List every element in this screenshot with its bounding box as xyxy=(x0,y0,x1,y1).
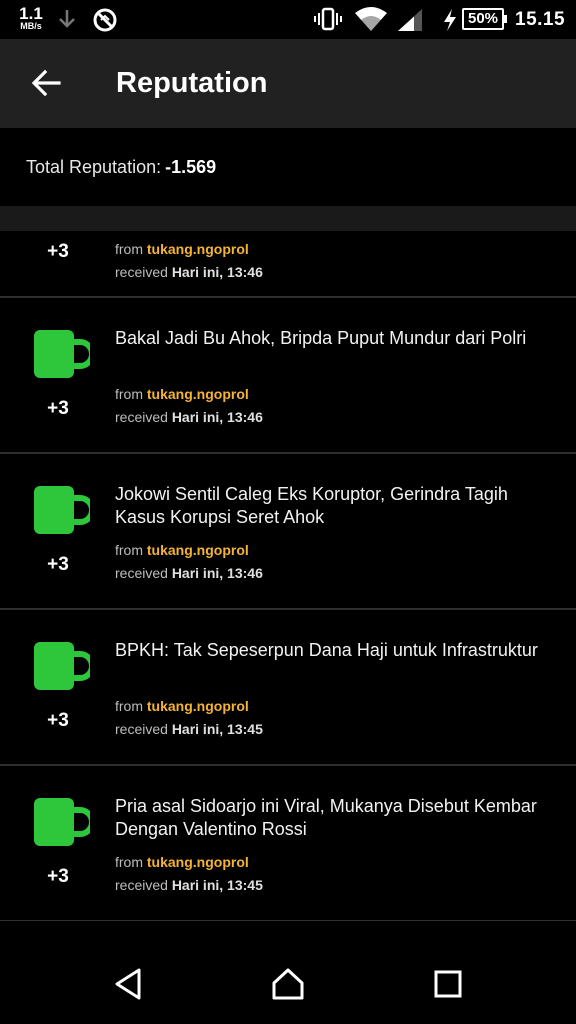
thread-title[interactable]: Jokowi Sentil Caleg Eks Koruptor, Gerind… xyxy=(115,483,545,529)
received-line: received Hari ini, 13:46 xyxy=(115,565,263,581)
received-time: Hari ini, 13:45 xyxy=(171,877,263,893)
thread-title[interactable]: Pria asal Sidoarjo ini Viral, Mukanya Di… xyxy=(115,795,545,841)
from-line: from tukang.ngoprol xyxy=(115,854,249,870)
vibrate-icon xyxy=(313,7,343,36)
list-item[interactable]: +3 BPKH: Tak Sepeserpun Dana Haji untuk … xyxy=(0,610,576,766)
username-link[interactable]: tukang.ngoprol xyxy=(147,542,249,558)
back-arrow-icon xyxy=(31,69,61,97)
from-line: from tukang.ngoprol xyxy=(115,542,249,558)
reputation-points: +3 xyxy=(47,710,69,731)
clock: 15.15 xyxy=(515,9,566,30)
thread-title[interactable]: BPKH: Tak Sepeserpun Dana Haji untuk Inf… xyxy=(115,639,545,662)
from-label: from xyxy=(115,386,143,402)
back-triangle-icon xyxy=(115,968,141,1000)
username-link[interactable]: tukang.ngoprol xyxy=(147,698,249,714)
received-line: received Hari ini, 13:45 xyxy=(115,877,263,893)
signal-icon xyxy=(396,7,424,38)
status-bar: 1.1 MB/s 50% 15.15 xyxy=(0,0,576,39)
from-line: from tukang.ngoprol xyxy=(115,241,249,257)
received-label: received xyxy=(115,565,168,581)
page-title: Reputation xyxy=(116,67,268,99)
reputation-list[interactable]: +3 from tukang.ngoprol received Hari ini… xyxy=(0,231,576,921)
received-time: Hari ini, 13:46 xyxy=(171,409,263,425)
nav-home-button[interactable] xyxy=(258,954,318,1014)
from-label: from xyxy=(115,241,143,257)
received-time: Hari ini, 13:46 xyxy=(171,565,263,581)
total-reputation-label: Total Reputation: xyxy=(26,157,162,177)
from-line: from tukang.ngoprol xyxy=(115,698,249,714)
received-line: received Hari ini, 13:46 xyxy=(115,409,263,425)
received-label: received xyxy=(115,721,168,737)
mug-icon xyxy=(34,642,90,690)
list-item[interactable]: +3 Bakal Jadi Bu Ahok, Bripda Puput Mund… xyxy=(0,298,576,454)
received-label: received xyxy=(115,877,168,893)
reputation-points: +3 xyxy=(47,866,69,887)
username-link[interactable]: tukang.ngoprol xyxy=(147,241,249,257)
network-speed-value: 1.1 xyxy=(19,4,43,23)
mug-icon xyxy=(34,486,90,534)
home-icon xyxy=(272,968,304,1000)
total-reputation: Total Reputation: -1.569 xyxy=(0,128,576,206)
list-item[interactable]: +3 Pria asal Sidoarjo ini Viral, Mukanya… xyxy=(0,766,576,921)
navigation-bar xyxy=(0,940,576,1024)
reputation-points: +3 xyxy=(47,241,69,262)
username-link[interactable]: tukang.ngoprol xyxy=(147,386,249,402)
received-time: Hari ini, 13:45 xyxy=(171,721,263,737)
battery-indicator: 50% xyxy=(462,8,507,30)
nav-recents-button[interactable] xyxy=(418,954,478,1014)
network-speed-unit: MB/s xyxy=(20,21,42,31)
nav-back-button[interactable] xyxy=(98,954,158,1014)
app-bar: Reputation xyxy=(0,39,576,128)
mug-icon xyxy=(34,330,90,378)
list-item[interactable]: +3 Jokowi Sentil Caleg Eks Koruptor, Ger… xyxy=(0,454,576,610)
from-line: from tukang.ngoprol xyxy=(115,386,249,402)
recents-icon xyxy=(434,970,462,998)
reputation-points: +3 xyxy=(47,398,69,419)
from-label: from xyxy=(115,542,143,558)
total-reputation-value: -1.569 xyxy=(165,157,217,177)
download-icon xyxy=(56,7,78,36)
received-line: received Hari ini, 13:45 xyxy=(115,721,263,737)
received-line: received Hari ini, 13:46 xyxy=(115,264,263,280)
thread-title[interactable]: Bakal Jadi Bu Ahok, Bripda Puput Mundur … xyxy=(115,327,545,350)
from-label: from xyxy=(115,854,143,870)
section-divider xyxy=(0,206,576,231)
no-sync-icon xyxy=(92,7,118,38)
username-link[interactable]: tukang.ngoprol xyxy=(147,854,249,870)
list-item[interactable]: +3 from tukang.ngoprol received Hari ini… xyxy=(0,231,576,298)
mug-icon xyxy=(34,798,90,846)
received-label: received xyxy=(115,264,168,280)
from-label: from xyxy=(115,698,143,714)
back-button[interactable] xyxy=(24,61,68,105)
received-time: Hari ini, 13:46 xyxy=(171,264,263,280)
received-label: received xyxy=(115,409,168,425)
reputation-points: +3 xyxy=(47,554,69,575)
network-speed: 1.1 MB/s xyxy=(16,5,46,31)
charging-icon xyxy=(442,8,458,37)
wifi-icon xyxy=(354,7,388,38)
